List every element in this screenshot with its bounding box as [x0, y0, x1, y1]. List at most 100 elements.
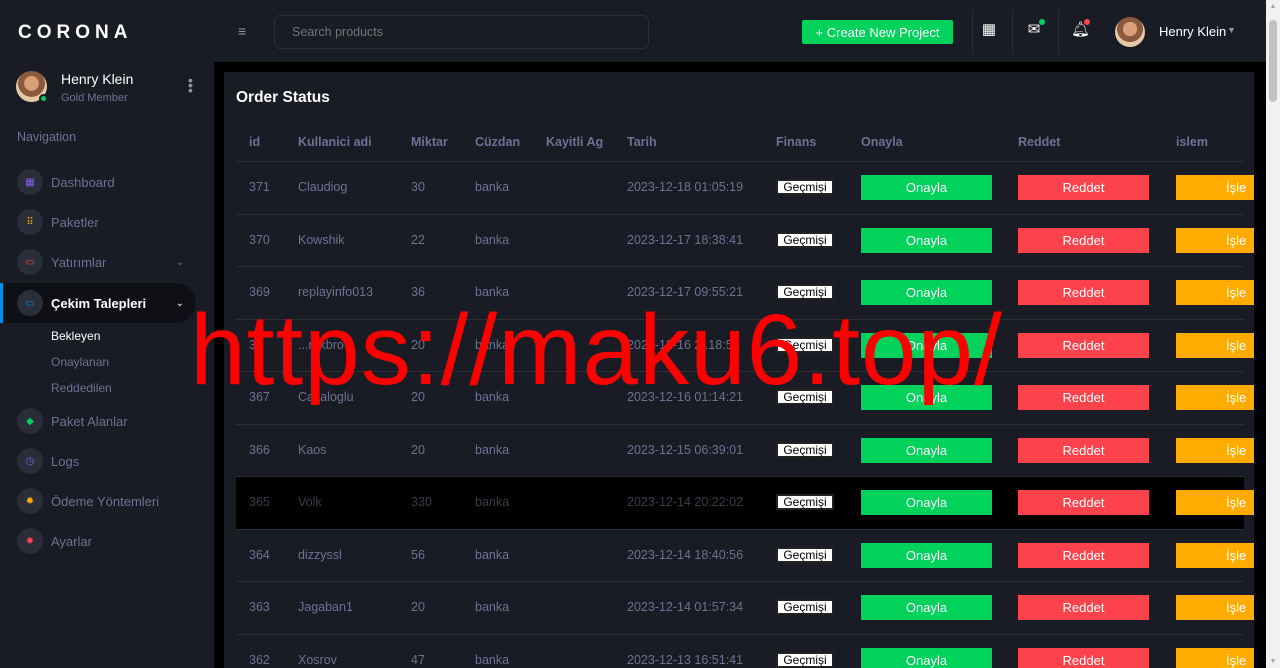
sidebar-item-cekim-talepleri[interactable]: ▭ Çekim Talepleri ⌄: [0, 283, 196, 323]
process-button[interactable]: İşle: [1176, 280, 1254, 305]
process-button[interactable]: İşle: [1176, 437, 1254, 463]
process-button[interactable]: İşle: [1176, 332, 1254, 358]
process-button[interactable]: İşle: [1176, 385, 1254, 410]
history-button[interactable]: Geçmişi: [776, 441, 834, 458]
table-row: 370 Kowshik 22 banka 2023-12-17 18:38:41 Geçm…: [236, 215, 1254, 267]
sub-item-reddedilen[interactable]: Reddedilen: [51, 381, 112, 395]
page-scrollbar[interactable]: ▲ ▼: [1266, 0, 1280, 668]
sidebar-item-logs[interactable]: ◷ Logs: [0, 441, 196, 481]
approve-button[interactable]: Onayla: [861, 437, 992, 463]
history-button[interactable]: Geçmişi: [776, 284, 834, 300]
table-row: 367 Cakaloglu 20 banka 2023-12-16 01:14:21 Ge…: [236, 372, 1254, 425]
approve-button[interactable]: Onayla: [861, 595, 992, 620]
sidebar-item-label: Ödeme Yöntemleri: [51, 493, 160, 509]
reject-button[interactable]: Reddet: [1018, 595, 1149, 620]
sidebar-profile: Henry Klein Gold Member • • •: [16, 71, 206, 107]
approve-button[interactable]: Onayla: [861, 227, 992, 253]
sidebar-item-label: Yatırımlar: [51, 254, 107, 270]
approve-button[interactable]: Onayla: [861, 332, 992, 358]
cell-id: 366: [249, 442, 270, 457]
sidebar-item-odeme-yontemleri[interactable]: ✹ Ödeme Yöntemleri: [0, 481, 196, 521]
approve-button[interactable]: Onayla: [861, 647, 992, 668]
scrollbar-thumb[interactable]: [1269, 20, 1277, 102]
mail-icon[interactable]: ✉: [1026, 19, 1045, 38]
divider: [972, 10, 973, 54]
grid-icon[interactable]: ▦: [981, 22, 997, 38]
reject-button[interactable]: Reddet: [1018, 280, 1149, 305]
cell-date: 2023-12-17 09:55:21: [627, 285, 744, 299]
sidebar-item-paket-alanlar[interactable]: ◆ Paket Alanlar: [0, 401, 196, 441]
dashboard-icon: ▦: [17, 169, 43, 195]
table-row: 366 Kaos 20 banka 2023-12-15 06:39:01 Geçmişi…: [236, 425, 1254, 477]
sub-item-bekleyen[interactable]: Bekleyen: [51, 329, 100, 343]
nav-title: Navigation: [17, 130, 77, 144]
cell-wallet: banka: [475, 180, 510, 194]
cell-amount: 36: [411, 285, 425, 299]
history-button[interactable]: Geçmişi: [776, 546, 834, 563]
bell-icon[interactable]: 🔔︎: [1071, 19, 1090, 38]
approve-button[interactable]: Onayla: [861, 490, 992, 515]
history-button[interactable]: Geçmişi: [776, 651, 834, 668]
sidebar-item-ayarlar[interactable]: ✹ Ayarlar: [0, 521, 196, 561]
laptop-icon: ▭: [17, 290, 43, 316]
history-button[interactable]: Geçmişi: [776, 336, 834, 353]
history-button[interactable]: Geçmişi: [776, 179, 834, 195]
process-button[interactable]: İşle: [1176, 227, 1254, 253]
more-vertical-icon[interactable]: • • •: [188, 73, 193, 97]
column-header: Tarih: [627, 135, 657, 149]
process-button[interactable]: İşle: [1176, 542, 1254, 568]
navbar-user-name[interactable]: Henry Klein: [1159, 24, 1226, 39]
sidebar-item-paketler[interactable]: ⠿ Paketler: [0, 202, 196, 242]
approve-button[interactable]: Onayla: [861, 175, 992, 200]
search-input[interactable]: [274, 15, 649, 49]
cell-id: 367: [249, 390, 270, 404]
approve-button[interactable]: Onayla: [861, 280, 992, 305]
divider: [1058, 10, 1059, 54]
sidebar-item-dashboard[interactable]: ▦ Dashboard: [0, 162, 196, 202]
process-button[interactable]: İşle: [1176, 175, 1254, 200]
table-body: 371 Claudiog 30 banka 2023-12-18 01:05:19 Geç…: [236, 162, 1254, 668]
reject-button[interactable]: Reddet: [1018, 332, 1149, 358]
cell-date: 2023-12-16 2..18:56: [627, 337, 740, 352]
process-button[interactable]: İşle: [1176, 595, 1254, 620]
history-button[interactable]: Geçmişi: [776, 389, 834, 405]
scroll-up-arrow-icon[interactable]: ▲: [1269, 3, 1277, 10]
process-button[interactable]: İşle: [1176, 647, 1254, 668]
avatar[interactable]: [1115, 17, 1145, 47]
reject-button[interactable]: Reddet: [1018, 437, 1149, 463]
reject-button[interactable]: Reddet: [1018, 175, 1149, 200]
sidebar-item-label: Ayarlar: [51, 533, 92, 549]
cell-id: 371: [249, 180, 270, 194]
scroll-down-arrow-icon[interactable]: ▼: [1269, 658, 1277, 665]
cell-username: Claudiog: [298, 180, 348, 194]
cell-id: 362: [249, 652, 270, 667]
hamburger-menu-icon[interactable]: ≡: [238, 23, 246, 39]
history-button[interactable]: Geçmişi: [776, 494, 834, 510]
cell-amount: 30: [411, 180, 425, 194]
reject-button[interactable]: Reddet: [1018, 542, 1149, 568]
table-row: 371 Claudiog 30 banka 2023-12-18 01:05:19 Geç…: [236, 162, 1254, 215]
sub-item-onaylanan[interactable]: Onaylanan: [51, 355, 109, 369]
approve-button[interactable]: Onayla: [861, 542, 992, 568]
brand-logo[interactable]: CORONA: [18, 22, 132, 44]
reject-button[interactable]: Reddet: [1018, 647, 1149, 668]
table-row: 363 Jagaban1 20 banka 2023-12-14 01:57:34 Geç…: [236, 582, 1254, 635]
order-status-card: Order Status id Kullanici adi Miktar Cüz…: [224, 72, 1254, 668]
history-button[interactable]: Geçmişi: [776, 231, 834, 248]
create-new-project-button[interactable]: + Create New Project: [802, 20, 953, 44]
cell-amount: 20: [411, 442, 425, 457]
reject-button[interactable]: Reddet: [1018, 227, 1149, 253]
avatar[interactable]: [16, 71, 48, 103]
process-button[interactable]: İşle: [1176, 490, 1254, 515]
history-button[interactable]: Geçmişi: [776, 599, 834, 615]
sidebar-item-yatirimlar[interactable]: ▭ Yatırımlar ⌄: [0, 242, 196, 282]
online-status-dot: [39, 94, 48, 103]
notification-badge: [1084, 19, 1090, 25]
reject-button[interactable]: Reddet: [1018, 490, 1149, 515]
column-header: Finans: [776, 135, 817, 149]
approve-button[interactable]: Onayla: [861, 385, 992, 410]
chevron-down-icon: ⌄: [175, 297, 184, 309]
caret-down-icon[interactable]: ▼: [1227, 25, 1236, 35]
reject-button[interactable]: Reddet: [1018, 385, 1149, 410]
cell-id: 364: [249, 547, 270, 562]
